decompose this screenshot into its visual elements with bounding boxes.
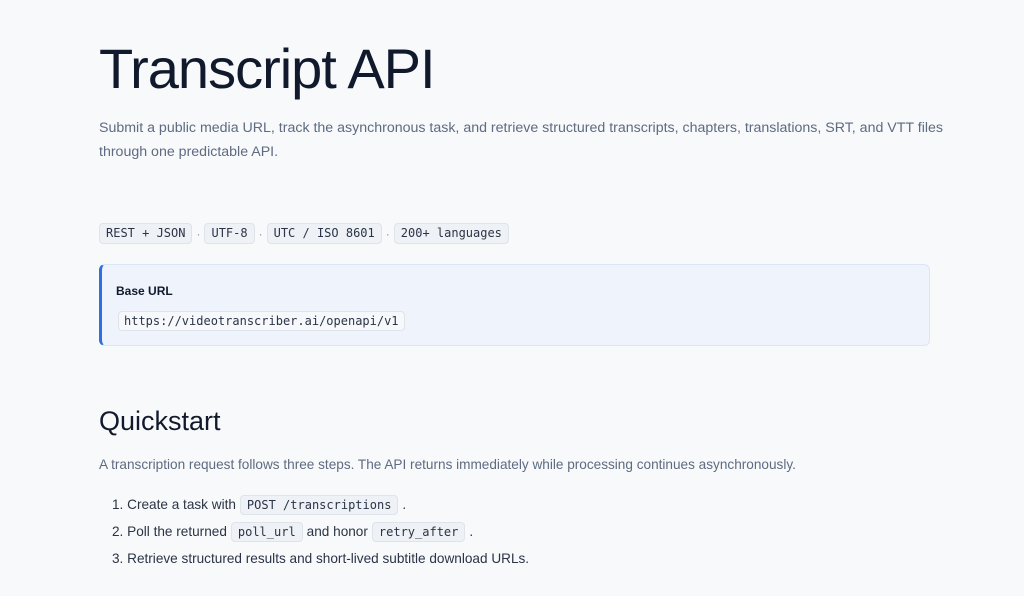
step-text-middle: and honor [306, 524, 368, 539]
page: Transcript API Submit a public media URL… [0, 0, 1024, 596]
base-url-callout: Base URL https://videotranscriber.ai/ope… [99, 264, 930, 346]
step-number: 2. [112, 524, 124, 539]
step-end: . [469, 524, 474, 539]
step-text: Poll the returned [127, 524, 227, 539]
page-lead: Submit a public media URL, track the asy… [99, 120, 944, 160]
tag-separator: · [196, 226, 201, 241]
step-text: Create a task with [127, 497, 236, 512]
step-end: . [402, 497, 407, 512]
tag-separator: · [385, 226, 390, 241]
list-item: 2. Poll the returned poll_url and honor … [112, 518, 529, 545]
list-item: 3. Retrieve structured results and short… [112, 545, 529, 572]
quickstart-intro: A transcription request follows three st… [99, 457, 796, 472]
page-title: Transcript API [99, 37, 436, 100]
quickstart-heading: Quickstart [99, 406, 221, 436]
step-number: 3. [112, 551, 124, 566]
step-number: 1. [112, 497, 124, 512]
tag-separator: · [258, 226, 263, 241]
tag-utf8: UTF-8 [204, 223, 255, 244]
step-code-2: retry_after [371, 521, 466, 542]
base-url-value[interactable]: https://videotranscriber.ai/openapi/v1 [118, 311, 405, 331]
tag-rest-json: REST + JSON [99, 223, 193, 244]
step-code: POST /transcriptions [239, 494, 399, 515]
tag-utc-iso: UTC / ISO 8601 [266, 223, 382, 244]
tag-languages: 200+ languages [393, 223, 509, 244]
list-item: 1. Create a task with POST /transcriptio… [112, 491, 529, 518]
step-code: poll_url [230, 521, 303, 542]
step-text: Retrieve structured results and short-li… [127, 551, 530, 566]
base-url-label: Base URL [116, 284, 173, 298]
feature-tags: REST + JSON · UTF-8 · UTC / ISO 8601 · 2… [99, 223, 509, 244]
quickstart-steps: 1. Create a task with POST /transcriptio… [112, 491, 529, 572]
